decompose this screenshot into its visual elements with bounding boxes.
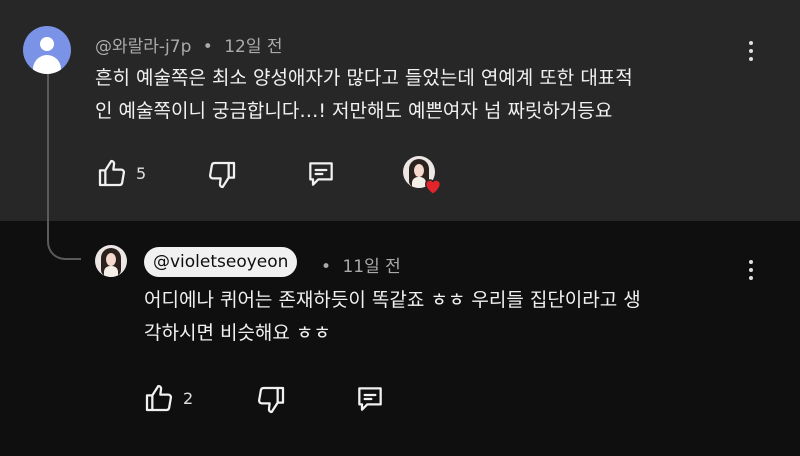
creator-heart — [403, 156, 445, 196]
reply-time: 11일 전 — [342, 257, 401, 277]
comment-time: 12일 전 — [224, 37, 283, 57]
reply-meta: • 11일 전 — [321, 252, 401, 277]
reply-comment-icon — [309, 162, 333, 186]
thumbs-down-icon — [208, 161, 236, 189]
reply-reply-button[interactable] — [354, 383, 386, 415]
reply-text-line: 각하시면 비슷해요 ㅎㅎ — [144, 322, 331, 344]
thumbs-up-icon — [98, 159, 126, 187]
reply-more-button[interactable] — [741, 253, 761, 287]
more-vert-icon — [749, 41, 753, 45]
thread-connector-line — [47, 74, 81, 260]
reply-text: 어디에나 퀴어는 존재하듯이 똑같죠 ㅎㅎ 우리들 집단이라고 생 각하시면 비… — [144, 284, 641, 350]
comment-more-button[interactable] — [741, 34, 761, 68]
commenter-avatar[interactable] — [23, 26, 71, 74]
reply-author-chip[interactable]: @violetseoyeon — [144, 247, 298, 277]
comment-like-button[interactable]: 5 — [96, 157, 146, 189]
thumbs-down-icon — [257, 386, 285, 414]
reply-text-line: 어디에나 퀴어는 존재하듯이 똑같죠 ㅎㅎ 우리들 집단이라고 생 — [144, 289, 641, 311]
reply-dislike-button[interactable] — [255, 384, 287, 416]
comment-meta: @와랄라-j7p • 12일 전 — [95, 32, 283, 57]
reply-author-avatar[interactable] — [95, 245, 127, 277]
comment-reply-button[interactable] — [305, 158, 337, 190]
comment-text: 흔히 예술쪽은 최소 양성애자가 많다고 들었는데 연예계 또한 대표적 인 예… — [95, 62, 633, 128]
reply-like-count: 2 — [183, 388, 194, 408]
more-vert-icon — [749, 260, 753, 264]
meta-separator: • — [321, 257, 332, 277]
heart-icon — [424, 179, 442, 196]
comment-text-line: 인 예술쪽이니 궁금합니다…! 저만해도 예쁜여자 넘 짜릿하거등요 — [95, 100, 613, 122]
comment-like-count: 5 — [136, 163, 147, 183]
reply-comment-icon — [358, 387, 382, 411]
reply-like-button[interactable]: 2 — [143, 382, 193, 414]
comment-author[interactable]: @와랄라-j7p — [95, 37, 191, 57]
meta-separator: • — [202, 37, 213, 57]
comment-text-line: 흔히 예술쪽은 최소 양성애자가 많다고 들었는데 연예계 또한 대표적 — [95, 67, 633, 89]
comment-dislike-button[interactable] — [206, 159, 238, 191]
thumbs-up-icon — [145, 384, 173, 412]
